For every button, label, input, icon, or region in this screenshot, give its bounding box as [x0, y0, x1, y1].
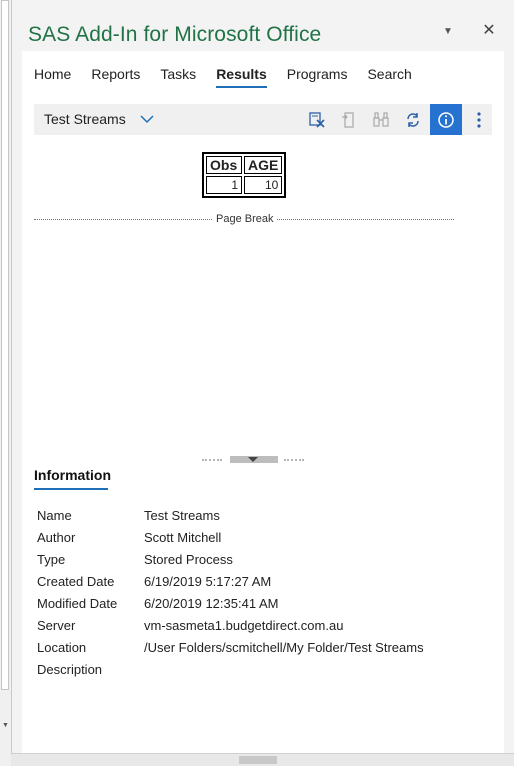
result-selector[interactable]: Test Streams — [44, 104, 126, 135]
info-row-type: Type Stored Process — [37, 551, 424, 573]
chevron-down-icon[interactable] — [140, 113, 154, 125]
pane-splitter[interactable] — [202, 456, 304, 464]
info-value: 6/19/2019 5:17:27 AM — [144, 574, 272, 589]
info-value: Test Streams — [144, 508, 220, 523]
info-label: Server — [37, 618, 76, 633]
information-button[interactable] — [430, 104, 462, 135]
info-row-modified-date: Modified Date 6/20/2019 12:35:41 AM — [37, 595, 424, 617]
refresh-icon — [407, 112, 419, 127]
info-row-created-date: Created Date 6/19/2019 5:17:27 AM — [37, 573, 424, 595]
info-label: Type — [37, 552, 66, 567]
tab-search[interactable]: Search — [367, 65, 421, 89]
find-button[interactable] — [368, 107, 394, 132]
info-label: Name — [37, 508, 72, 523]
info-value: Stored Process — [144, 552, 233, 567]
tab-bar: Home Reports Tasks Results Programs Sear… — [34, 65, 432, 89]
open-document-icon — [342, 111, 354, 128]
info-value: /User Folders/scmitchell/My Folder/Test … — [144, 640, 424, 655]
information-grid: Name Test Streams Author Scott Mitchell … — [37, 507, 424, 683]
clear-results-icon — [309, 111, 325, 128]
information-header-underline — [34, 488, 108, 490]
info-row-description: Description — [37, 661, 424, 683]
horizontal-scrollbar-thumb[interactable] — [239, 756, 277, 764]
result-table: Obs AGE 1 10 — [202, 152, 287, 198]
scroll-down-arrow-icon[interactable]: ▼ — [1, 720, 10, 732]
scrollbar-thumb[interactable] — [1, 0, 9, 690]
horizontal-scrollbar[interactable] — [11, 753, 514, 766]
info-label: Modified Date — [37, 596, 118, 611]
clear-results-button[interactable] — [304, 107, 330, 132]
tab-programs[interactable]: Programs — [287, 65, 358, 89]
column-header-obs: Obs — [206, 156, 242, 174]
splitter-grip-left — [202, 459, 222, 461]
page-break-label: Page Break — [212, 213, 278, 225]
cell-age: 10 — [244, 176, 283, 194]
info-value: vm-sasmeta1.budgetdirect.com.au — [144, 618, 344, 633]
refresh-button[interactable] — [400, 107, 426, 132]
column-header-age: AGE — [244, 156, 283, 174]
tab-home[interactable]: Home — [34, 65, 81, 89]
info-value: Scott Mitchell — [144, 530, 222, 545]
info-label: Description — [37, 662, 103, 677]
info-row-location: Location /User Folders/scmitchell/My Fol… — [37, 639, 424, 661]
splitter-grip-right — [284, 459, 304, 461]
more-options-button[interactable] — [466, 107, 492, 132]
info-icon — [438, 111, 454, 128]
info-row-server: Server vm-sasmeta1.budgetdirect.com.au — [37, 617, 424, 639]
info-label: Location — [37, 640, 87, 655]
open-document-button[interactable] — [336, 107, 362, 132]
excel-vertical-scrollbar[interactable]: ▼ — [0, 0, 12, 766]
info-label: Created Date — [37, 574, 115, 589]
pane-title: SAS Add-In for Microsoft Office — [28, 23, 322, 46]
info-label: Author — [37, 530, 76, 545]
binoculars-icon — [373, 111, 389, 127]
information-header: Information — [34, 467, 111, 483]
more-vertical-icon — [477, 111, 481, 128]
info-value: 6/20/2019 12:35:41 AM — [144, 596, 279, 611]
info-row-author: Author Scott Mitchell — [37, 529, 424, 551]
table-header-row: Obs AGE — [206, 156, 283, 174]
close-icon[interactable]: ✕ — [481, 22, 497, 40]
results-toolbar: Test Streams — [34, 104, 492, 135]
tab-tasks[interactable]: Tasks — [160, 65, 206, 89]
tab-results[interactable]: Results — [216, 65, 277, 89]
collapse-triangle-icon[interactable] — [248, 457, 258, 462]
tab-reports[interactable]: Reports — [91, 65, 150, 89]
info-row-name: Name Test Streams — [37, 507, 424, 529]
table-row: 1 10 — [206, 176, 283, 194]
cell-obs: 1 — [206, 176, 242, 194]
dropdown-triangle-icon[interactable]: ▼ — [442, 24, 454, 40]
task-pane: SAS Add-In for Microsoft Office ▼ ✕ Home… — [12, 0, 514, 754]
pane-content: Home Reports Tasks Results Programs Sear… — [22, 51, 504, 754]
